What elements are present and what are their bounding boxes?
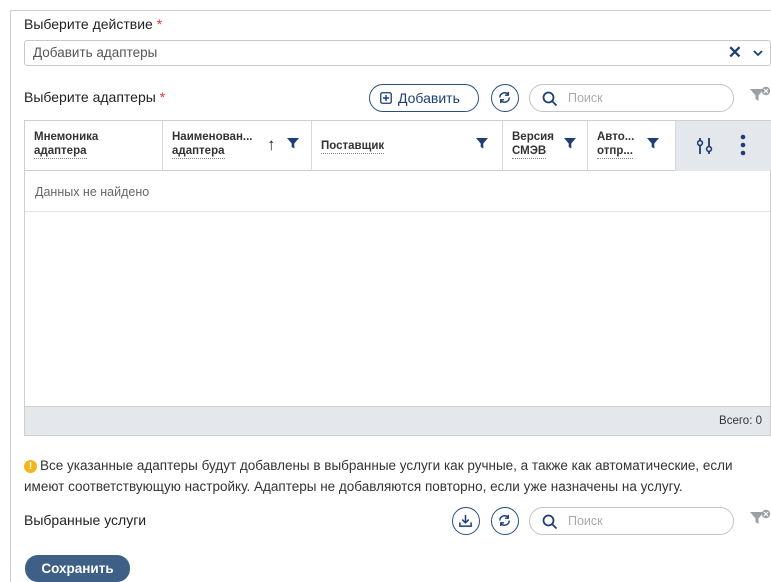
chevron-down-icon[interactable] (752, 43, 764, 66)
adapters-label: Выберите адаптеры * (24, 89, 166, 105)
download-icon (459, 514, 472, 527)
filter-icon[interactable] (287, 137, 299, 149)
info-icon: ! (24, 460, 37, 473)
search-icon (542, 514, 558, 530)
download-button[interactable] (452, 507, 480, 535)
empty-message: Данных не найдено (35, 185, 150, 199)
filter-icon[interactable] (476, 137, 488, 149)
column-tools (676, 121, 771, 171)
empty-row: Данных не найдено (25, 172, 770, 212)
clear-filter-icon[interactable] (749, 509, 771, 527)
save-button[interactable]: Сохранить (25, 555, 130, 582)
action-select[interactable]: Добавить адаптеры ✕ (24, 40, 771, 66)
total-count: Всего: 0 (719, 415, 762, 427)
column-header-smev-version[interactable]: Версия СМЭВ (503, 121, 588, 171)
refresh-icon (499, 91, 510, 104)
refresh-icon (499, 514, 510, 527)
column-settings-icon[interactable] (697, 137, 713, 155)
clear-filter-icon[interactable] (749, 86, 771, 104)
column-header-name[interactable]: Наименован... адаптера ↑ (163, 121, 312, 171)
filter-icon[interactable] (647, 137, 659, 149)
services-search-input[interactable]: Поиск (529, 507, 734, 535)
search-icon (542, 91, 558, 107)
table-footer: Всего: 0 (25, 406, 770, 435)
adapters-table: Мнемоника адаптера Наименован... адаптер… (24, 120, 771, 436)
more-vertical-icon[interactable] (740, 134, 746, 156)
filter-icon[interactable] (564, 137, 576, 149)
info-note: ! Все указанные адаптеры будут добавлены … (24, 458, 733, 494)
table-header: Мнемоника адаптера Наименован... адаптер… (25, 121, 771, 171)
refresh-button[interactable] (491, 84, 519, 112)
column-header-auto-send[interactable]: Авто... отпр... (588, 121, 676, 171)
add-button[interactable]: Добавить (369, 84, 479, 112)
action-label: Выберите действие * (24, 16, 163, 32)
refresh-services-button[interactable] (491, 507, 519, 535)
action-select-value: Добавить адаптеры (33, 45, 158, 60)
services-label: Выбранные услуги (24, 512, 147, 528)
add-box-icon (380, 92, 392, 104)
column-header-supplier[interactable]: Поставщик (312, 121, 503, 171)
adapters-search-input[interactable]: Поиск (529, 84, 734, 112)
clear-icon[interactable]: ✕ (728, 43, 742, 63)
column-header-mnemonic[interactable]: Мнемоника адаптера (25, 121, 163, 171)
sort-asc-icon[interactable]: ↑ (267, 135, 276, 155)
